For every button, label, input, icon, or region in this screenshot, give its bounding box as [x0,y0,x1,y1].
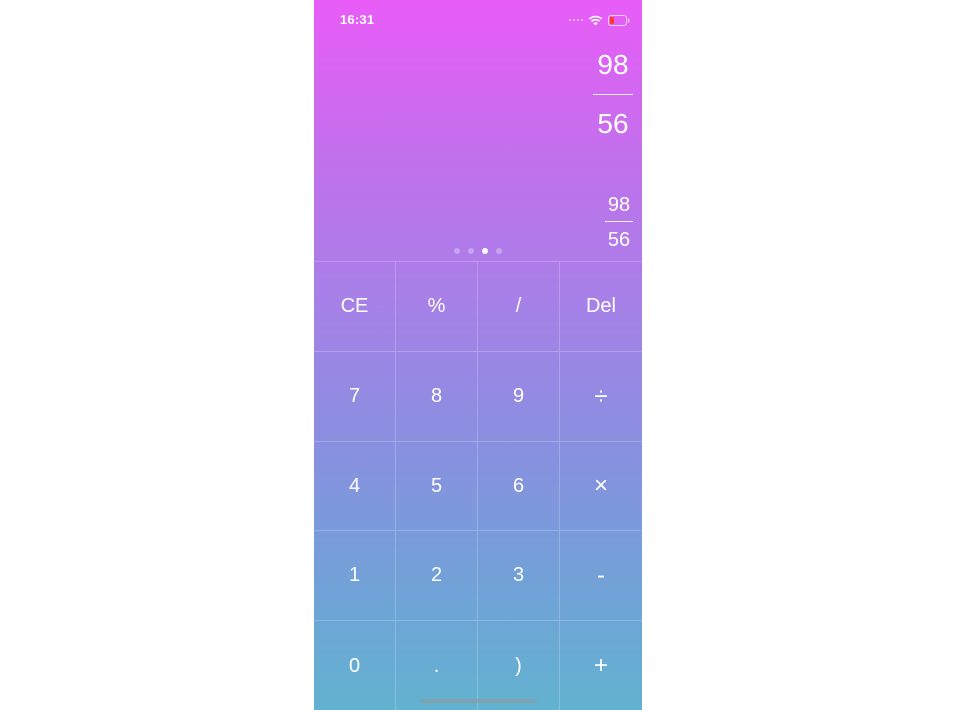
fraction-button[interactable]: / [478,262,560,352]
page-indicator[interactable] [314,248,642,254]
percent-button[interactable]: % [396,262,478,352]
input-fraction: 98 56 [605,193,633,252]
page-dot-1[interactable] [454,248,460,254]
wifi-icon [588,15,603,25]
home-indicator[interactable] [420,699,537,703]
add-button[interactable]: + [560,621,642,710]
calculator-display: 98 56 98 56 [314,40,642,261]
digit-7-button[interactable]: 7 [314,352,396,442]
multiply-button[interactable]: × [560,442,642,531]
page-dot-2[interactable] [468,248,474,254]
decimal-button[interactable]: . [396,621,478,710]
page-dot-3[interactable] [482,248,488,254]
digit-0-button[interactable]: 0 [314,621,396,710]
digit-8-button[interactable]: 8 [396,352,478,442]
digit-6-button[interactable]: 6 [478,442,560,531]
clear-entry-button[interactable]: CE [314,262,396,352]
keypad: CE% / Del 7 8 9 ÷ 4 5 6 × 1 2 3- 0.) + [314,261,642,710]
fraction-bar [605,221,633,222]
input-numerator: 98 [607,194,631,216]
page-dot-4[interactable] [496,248,502,254]
battery-low-icon [608,14,630,26]
digit-9-button[interactable]: 9 [478,352,560,442]
digit-2-button[interactable]: 2 [396,531,478,621]
result-numerator: 98 [597,49,629,80]
result-fraction: 98 56 [593,48,633,141]
digit-1-button[interactable]: 1 [314,531,396,621]
fraction-bar [593,94,633,95]
status-bar: 16:31 [314,0,642,40]
cellular-signal-icon [569,19,583,21]
result-denominator: 56 [597,108,629,139]
close-paren-button[interactable]: ) [478,621,560,710]
digit-4-button[interactable]: 4 [314,442,396,531]
subtract-button[interactable]: - [560,531,642,621]
digit-3-button[interactable]: 3 [478,531,560,621]
divide-button[interactable]: ÷ [560,352,642,442]
status-icons [569,12,630,28]
delete-button[interactable]: Del [560,262,642,352]
calculator-screen: 16:31 98 56 98 56 CE % / Del 7 8 9 ÷ 4 5… [314,0,642,710]
digit-5-button[interactable]: 5 [396,442,478,531]
status-time: 16:31 [340,12,375,27]
